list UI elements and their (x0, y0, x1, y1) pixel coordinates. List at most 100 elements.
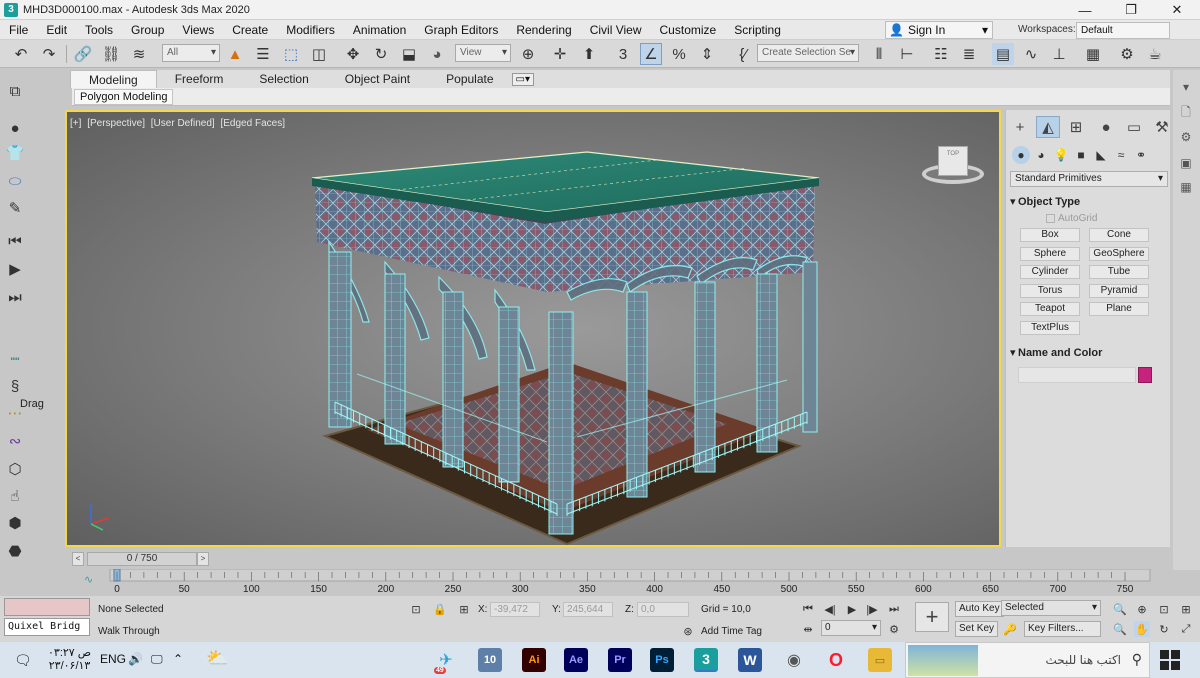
menu-customize[interactable]: Customize (651, 23, 726, 37)
keyboard-shortcut-icon[interactable]: ⬆ (578, 43, 600, 65)
show-hidden-icons[interactable]: ⌃ (173, 652, 183, 666)
cube-icon[interactable]: ⬢ (4, 512, 26, 534)
add-time-tag[interactable]: Add Time Tag (701, 626, 762, 637)
layer-explorer-icon[interactable]: ≣ (958, 43, 980, 65)
shapes-icon[interactable]: ◕ (1032, 146, 1050, 164)
scene-explorer-side-icon[interactable]: ⧉ (4, 80, 26, 102)
viewport-shading[interactable]: [User Defined] (151, 118, 215, 129)
geosphere-button[interactable]: GeoSphere (1089, 247, 1149, 261)
window-crossing-icon[interactable]: ◫ (308, 43, 330, 65)
maxscript-listener[interactable] (4, 598, 90, 616)
pyramid-button[interactable]: Pyramid (1089, 284, 1149, 298)
curve-editor-icon[interactable]: ∿ (1020, 43, 1042, 65)
render-setup-icon[interactable]: ⚙ (1116, 43, 1138, 65)
workspaces-select[interactable]: Default (1076, 22, 1170, 39)
menu-animation[interactable]: Animation (344, 23, 415, 37)
pivot-center-icon[interactable]: ⊕ (517, 43, 539, 65)
edit-named-selection-icon[interactable]: {⁄ (732, 43, 754, 65)
hierarchy-tab-icon[interactable]: ⊞ (1064, 116, 1088, 138)
display-tab-icon[interactable]: ▭ (1122, 116, 1146, 138)
placement-icon[interactable]: ◕ (426, 43, 448, 65)
menu-edit[interactable]: Edit (37, 23, 76, 37)
current-frame-input[interactable]: 0 (821, 620, 881, 636)
viewport-point-of-view[interactable]: [Perspective] (87, 118, 145, 129)
path-icon[interactable]: § (4, 375, 26, 397)
systems-icon[interactable]: ⚭ (1132, 146, 1150, 164)
maxscript-input[interactable]: Quixel Bridg (4, 618, 90, 636)
menu-rendering[interactable]: Rendering (507, 23, 580, 37)
word-app-icon[interactable]: W (738, 648, 762, 672)
tab-populate[interactable]: Populate (428, 70, 511, 88)
menu-file[interactable]: File (0, 23, 37, 37)
reference-coordinate-dropdown[interactable]: View (455, 44, 511, 62)
scene-explorer-icon[interactable]: ☷ (930, 43, 952, 65)
ribbon-toggle-icon[interactable]: ▤ (992, 43, 1014, 65)
object-type-rollout[interactable]: Object Type (1010, 194, 1168, 210)
key-mode-icon[interactable]: ⇹ (800, 621, 816, 637)
time-config-icon[interactable]: ⚙ (886, 621, 902, 637)
teapot-button[interactable]: Teapot (1020, 302, 1080, 316)
viewcube[interactable]: TOP (922, 142, 986, 190)
helpers-icon[interactable]: ◣ (1092, 146, 1110, 164)
select-manipulate-icon[interactable]: ✛ (549, 43, 571, 65)
menu-civil-view[interactable]: Civil View (581, 23, 651, 37)
y-coordinate-input[interactable]: 245,644 (563, 602, 613, 617)
menu-views[interactable]: Views (173, 23, 223, 37)
zoom-extents-all-icon[interactable]: ⊞ (1178, 601, 1194, 617)
go-to-start-icon[interactable]: ⏮ (800, 601, 816, 617)
file-explorer-icon[interactable]: ▭ (868, 648, 892, 672)
spinner-snap-icon[interactable]: ⇕ (696, 43, 718, 65)
space-warps-icon[interactable]: ≈ (1112, 146, 1130, 164)
lights-icon[interactable]: 💡 (1052, 146, 1070, 164)
motion-tab-icon[interactable]: ● (1094, 116, 1118, 138)
selection-filter-dropdown[interactable]: All (162, 44, 220, 62)
cube-alt-icon[interactable]: ⬣ (4, 540, 26, 562)
rotate-icon[interactable]: ↻ (370, 43, 392, 65)
after-effects-app-icon[interactable]: Ae (564, 648, 588, 672)
time-slider-next[interactable]: > (197, 552, 209, 566)
set-key-button[interactable]: Set Key (955, 621, 999, 637)
select-by-name-icon[interactable]: ☰ (252, 43, 274, 65)
time-slider[interactable]: < 0 / 750 > (70, 551, 1170, 567)
perspective-viewport[interactable]: [+] [Perspective] [User Defined] [Edged … (65, 110, 1001, 547)
mirror-icon[interactable]: ⫴ (868, 43, 890, 65)
torus-button[interactable]: Torus (1020, 284, 1080, 298)
shirt-icon[interactable]: 👕 (4, 142, 26, 164)
cone-button[interactable]: Cone (1089, 228, 1149, 242)
key-filters-button[interactable]: Key Filters... (1024, 621, 1101, 637)
utilities-tab-icon[interactable]: ⚒ (1150, 116, 1174, 138)
viewport-edged-faces[interactable]: [Edged Faces] (220, 118, 284, 129)
ruler-icon[interactable]: ┉ (4, 348, 26, 370)
field-of-view-icon[interactable]: 🔍 (1112, 621, 1128, 637)
tab-object-paint[interactable]: Object Paint (327, 70, 428, 88)
menu-create[interactable]: Create (223, 23, 277, 37)
primitive-category-dropdown[interactable]: Standard Primitives (1010, 171, 1168, 187)
isolate-selection-icon[interactable]: ⊡ (408, 601, 424, 617)
file-icon[interactable]: 🗋 (1177, 104, 1195, 122)
go-to-end-icon[interactable]: ⏭ (886, 601, 902, 617)
box-button[interactable]: Box (1020, 228, 1080, 242)
ribbon-options-icon[interactable]: ▭▾ (511, 72, 534, 86)
time-slider-thumb[interactable]: 0 / 750 (87, 552, 197, 566)
tab-modeling[interactable]: Modeling (70, 70, 157, 88)
cylinder-button[interactable]: Cylinder (1020, 265, 1080, 279)
tube-button[interactable]: Tube (1089, 265, 1149, 279)
time-slider-prev[interactable]: < (72, 552, 84, 566)
geometry-icon[interactable]: ● (1012, 146, 1030, 164)
absolute-mode-icon[interactable]: ⊞ (456, 601, 472, 617)
menu-tools[interactable]: Tools (76, 23, 122, 37)
measure-icon[interactable]: ⋯ (4, 402, 26, 424)
redo-icon[interactable]: ↷ (38, 43, 60, 65)
previous-frame-icon[interactable]: ◀| (822, 601, 838, 617)
scale-icon[interactable]: ⬓ (398, 43, 420, 65)
link-icon[interactable]: 🔗 (72, 43, 94, 65)
hexagon-icon[interactable]: ⬡ (4, 458, 26, 480)
telegram-app-icon[interactable]: ✈ 49 (434, 648, 458, 674)
menu-modifiers[interactable]: Modifiers (277, 23, 344, 37)
volume-icon[interactable]: 🔊 (128, 652, 143, 666)
x-coordinate-input[interactable]: -39,472 (490, 602, 540, 617)
winrar-app-icon[interactable]: 10 (478, 648, 502, 672)
menu-group[interactable]: Group (122, 23, 173, 37)
material-editor-icon[interactable]: ▦ (1082, 43, 1104, 65)
premiere-app-icon[interactable]: Pr (608, 648, 632, 672)
